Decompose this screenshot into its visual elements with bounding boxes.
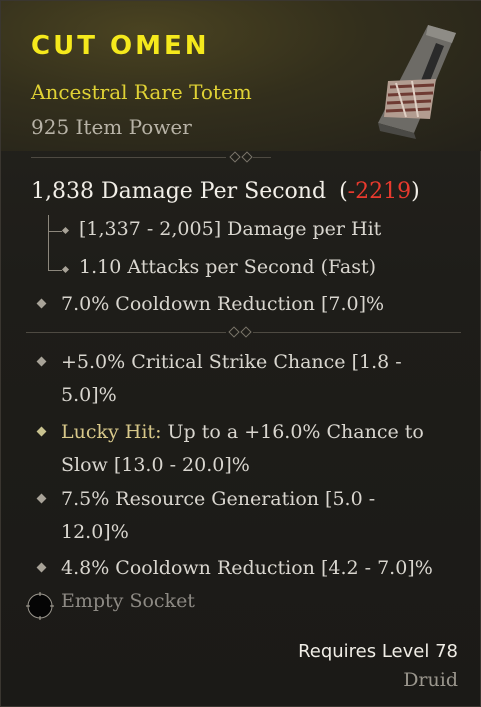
bullet-icon [36,356,47,367]
affix-cooldown-reduction: 4.8% Cooldown Reduction [4.2 - 7.0]% [61,552,433,585]
affix-line: 7.5% Resource Generation [5.0 - [61,488,376,510]
stat-tree-connector [48,215,49,271]
bullet-icon [61,226,70,235]
item-power: 925 Item Power [31,115,192,139]
stat-tree-branch [48,270,62,271]
affix-line: 4.8% Cooldown Reduction [4.2 - 7.0]% [61,557,433,579]
stat-tree-branch [48,231,62,232]
bullet-icon [61,265,70,274]
item-name: CUT OMEN [31,31,210,61]
implicit-affix: 7.0% Cooldown Reduction [7.0]% [61,293,385,315]
bullet-icon [36,562,47,573]
affix-divider [26,326,461,340]
bullet-icon [36,426,47,437]
header-divider [31,151,271,165]
dps-close-paren: ) [411,179,420,204]
affix-line: Slow [13.0 - 20.0]% [61,454,250,476]
affix-line: 12.0]% [61,521,129,543]
affix-line: +5.0% Critical Strike Chance [1.8 - [61,351,402,373]
empty-socket-label: Empty Socket [61,590,195,612]
lucky-hit-label: Lucky Hit: [61,421,162,443]
item-tooltip: CUT OMEN Ancestral Rare Totem 925 Item P… [0,0,481,707]
dps-value: 1,838 Damage Per Second [31,179,327,204]
bullet-icon [36,298,47,309]
damage-per-second: 1,838 Damage Per Second (-2219) [31,179,420,204]
affix-line: Lucky Hit: Up to a +16.0% Chance to [61,416,424,449]
required-class: Druid [403,669,458,691]
totem-icon [378,25,456,139]
damage-per-hit: [1,337 - 2,005] Damage per Hit [79,218,382,240]
bullet-icon [36,493,47,504]
affix-text: Up to a +16.0% Chance to [161,421,424,443]
affix-line: 5.0]% [61,384,117,406]
dps-open-paren: ( [339,179,348,204]
affix-lucky-hit: Lucky Hit: Up to a +16.0% Chance to Slow… [61,416,424,482]
empty-socket-icon [26,592,54,620]
attack-speed: 1.10 Attacks per Second (Fast) [79,256,377,278]
dps-delta: -2219 [347,179,412,204]
required-level: Requires Level 78 [298,641,458,662]
affix-resource-generation: 7.5% Resource Generation [5.0 - 12.0]% [61,483,375,549]
item-type: Ancestral Rare Totem [31,80,252,104]
affix-critical-strike: +5.0% Critical Strike Chance [1.8 - 5.0]… [61,346,402,412]
